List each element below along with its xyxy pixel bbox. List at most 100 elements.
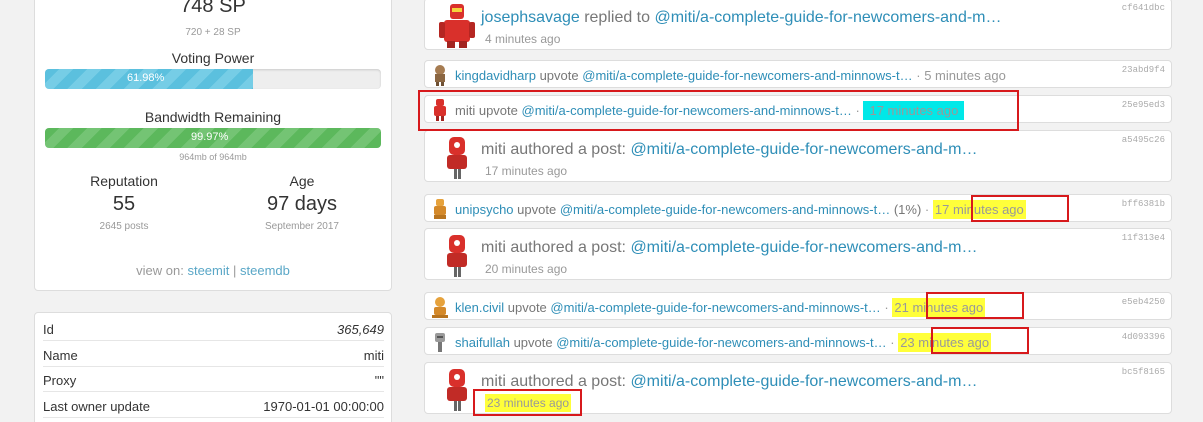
join-date: September 2017 — [265, 221, 339, 232]
activity-post-link[interactable]: @miti/a-complete-guide-for-newcomers-and… — [556, 335, 886, 350]
activity-time: 17 minutes ago — [485, 164, 568, 178]
activity-user-link[interactable]: josephsavage — [481, 9, 580, 26]
activity-text: shaifullah upvote @miti/a-complete-guide… — [455, 333, 992, 352]
link-separator: | — [232, 263, 237, 278]
account-properties-panel: Id 365,649 Name miti Proxy "" Last owner… — [34, 312, 392, 422]
orange-robot-avatar-icon — [432, 297, 448, 318]
property-row-name: Name miti — [43, 342, 384, 367]
activity-item: kingdavidharp upvote @miti/a-complete-gu… — [424, 60, 1172, 88]
activity-time: 5 minutes ago — [924, 68, 1006, 83]
activity-user-link[interactable]: kingdavidharp — [455, 68, 536, 83]
reputation-stat: Reputation 55 2645 posts — [35, 173, 213, 232]
activity-item: miti authored a post: @miti/a-complete-g… — [424, 228, 1172, 280]
activity-action: authored a post: — [510, 141, 626, 158]
steemdb-link[interactable]: steemdb — [240, 263, 290, 278]
activity-user-link[interactable]: miti — [481, 239, 506, 256]
transaction-hash-link[interactable]: 4d093396 — [1122, 332, 1165, 342]
activity-user-link[interactable]: miti — [481, 141, 506, 158]
voting-power-label: Voting Power — [171, 50, 255, 66]
bandwidth-bar: 99.97% — [45, 128, 381, 148]
activity-post-link[interactable]: @miti/a-complete-guide-for-newcomers-and… — [582, 68, 912, 83]
activity-post-link[interactable]: @miti/a-complete-guide-for-newcomers-and… — [654, 9, 1001, 26]
activity-item: miti authored a post: @miti/a-complete-g… — [424, 130, 1172, 182]
activity-user-link[interactable]: miti — [481, 373, 506, 390]
property-row-id: Id 365,649 — [43, 316, 384, 341]
steem-power-value: 748 SP — [180, 0, 246, 17]
bandwidth-label: Bandwidth Remaining — [144, 109, 282, 125]
red-robot-avatar-icon — [447, 369, 467, 411]
steem-power-breakdown: 720 + 28 SP — [185, 27, 241, 38]
transaction-hash-link[interactable]: e5eb4250 — [1122, 297, 1165, 307]
transaction-hash-link[interactable]: bc5f8165 — [1122, 367, 1165, 377]
post-count: 2645 posts — [99, 221, 149, 232]
activity-action: upvote — [513, 335, 553, 350]
activity-text: unipsycho upvote @miti/a-complete-guide-… — [455, 200, 1026, 219]
activity-post-link[interactable]: @miti/a-complete-guide-for-newcomers-and… — [550, 300, 880, 315]
red-robot-avatar-icon — [447, 235, 467, 277]
view-on-links: view on: steemit | steemdb — [35, 263, 391, 278]
property-key: Proxy — [43, 373, 77, 388]
activity-text: josephsavage replied to @miti/a-complete… — [481, 9, 1002, 27]
activity-item: shaifullah upvote @miti/a-complete-guide… — [424, 327, 1172, 355]
activity-user-link[interactable]: klen.civil — [455, 300, 504, 315]
activity-action: upvote — [517, 202, 557, 217]
view-on-label: view on: — [136, 263, 184, 278]
transaction-hash-link[interactable]: 11f313e4 — [1122, 233, 1165, 243]
property-key: Name — [43, 348, 78, 363]
activity-post-link[interactable]: @miti/a-complete-guide-for-newcomers-and… — [630, 141, 977, 158]
voting-power-bar: 61.98% — [45, 69, 381, 89]
activity-text: kingdavidharp upvote @miti/a-complete-gu… — [455, 68, 1006, 83]
steemit-link[interactable]: steemit — [187, 263, 229, 278]
activity-post-link[interactable]: @miti/a-complete-guide-for-newcomers-and… — [630, 239, 977, 256]
transaction-hash-link[interactable]: 23abd9f4 — [1122, 65, 1165, 75]
annotation-box — [971, 195, 1069, 222]
voting-power-text: 61.98% — [127, 72, 165, 84]
age-value: 97 days — [266, 193, 338, 215]
activity-item: josephsavage replied to @miti/a-complete… — [424, 0, 1172, 50]
reputation-label: Reputation — [90, 173, 158, 189]
annotation-box — [418, 90, 1019, 131]
age-stat: Age 97 days September 2017 — [213, 173, 391, 232]
transaction-hash-link[interactable]: 25e95ed3 — [1122, 100, 1165, 110]
red-robot-avatar-icon — [447, 137, 467, 179]
annotation-box — [473, 389, 582, 416]
property-value: miti — [363, 348, 384, 363]
activity-post-link[interactable]: @miti/a-complete-guide-for-newcomers-and… — [560, 202, 890, 217]
bandwidth-text: 99.97% — [191, 131, 229, 143]
orange-robot-avatar-icon — [434, 199, 446, 219]
activity-item: klen.civil upvote @miti/a-complete-guide… — [424, 292, 1172, 320]
transaction-hash-link[interactable]: a5495c26 — [1122, 135, 1165, 145]
transaction-hash-link[interactable]: bff6381b — [1122, 199, 1165, 209]
age-label: Age — [289, 173, 315, 189]
activity-text: miti authored a post: @miti/a-complete-g… — [481, 239, 977, 257]
property-key: Last owner update — [43, 399, 150, 414]
activity-action: authored a post: — [510, 239, 626, 256]
activity-time: 20 minutes ago — [485, 262, 568, 276]
activity-post-link[interactable]: @miti/a-complete-guide-for-newcomers-and… — [630, 373, 977, 390]
activity-action: authored a post: — [510, 373, 626, 390]
activity-text: miti authored a post: @miti/a-complete-g… — [481, 141, 977, 159]
activity-time: 4 minutes ago — [485, 32, 561, 46]
annotation-box — [926, 292, 1024, 319]
account-summary-panel: 748 SP 720 + 28 SP Voting Power 61.98% B… — [34, 0, 392, 291]
bronze-robot-avatar-icon — [435, 65, 445, 86]
property-key: Id — [43, 322, 54, 337]
activity-action: upvote — [539, 68, 579, 83]
property-value: 365,649 — [337, 322, 384, 337]
property-row-proxy: Proxy "" — [43, 367, 384, 392]
bandwidth-detail: 964mb of 964mb — [179, 152, 247, 162]
activity-user-link[interactable]: unipsycho — [455, 202, 514, 217]
property-row-last-owner-update: Last owner update 1970-01-01 00:00:00 — [43, 393, 384, 418]
activity-action: replied to — [584, 9, 651, 26]
transaction-hash-link[interactable]: cf641dbc — [1122, 3, 1165, 13]
property-value: 1970-01-01 00:00:00 — [263, 399, 384, 414]
red-robot-avatar-icon — [439, 4, 475, 48]
reputation-value: 55 — [112, 193, 136, 215]
property-value: "" — [374, 373, 384, 388]
vote-weight: (1%) — [893, 202, 922, 217]
activity-action: upvote — [507, 300, 547, 315]
grey-robot-avatar-icon — [435, 333, 445, 352]
activity-text: klen.civil upvote @miti/a-complete-guide… — [455, 298, 986, 317]
activity-user-link[interactable]: shaifullah — [455, 335, 510, 350]
annotation-box — [931, 327, 1029, 354]
